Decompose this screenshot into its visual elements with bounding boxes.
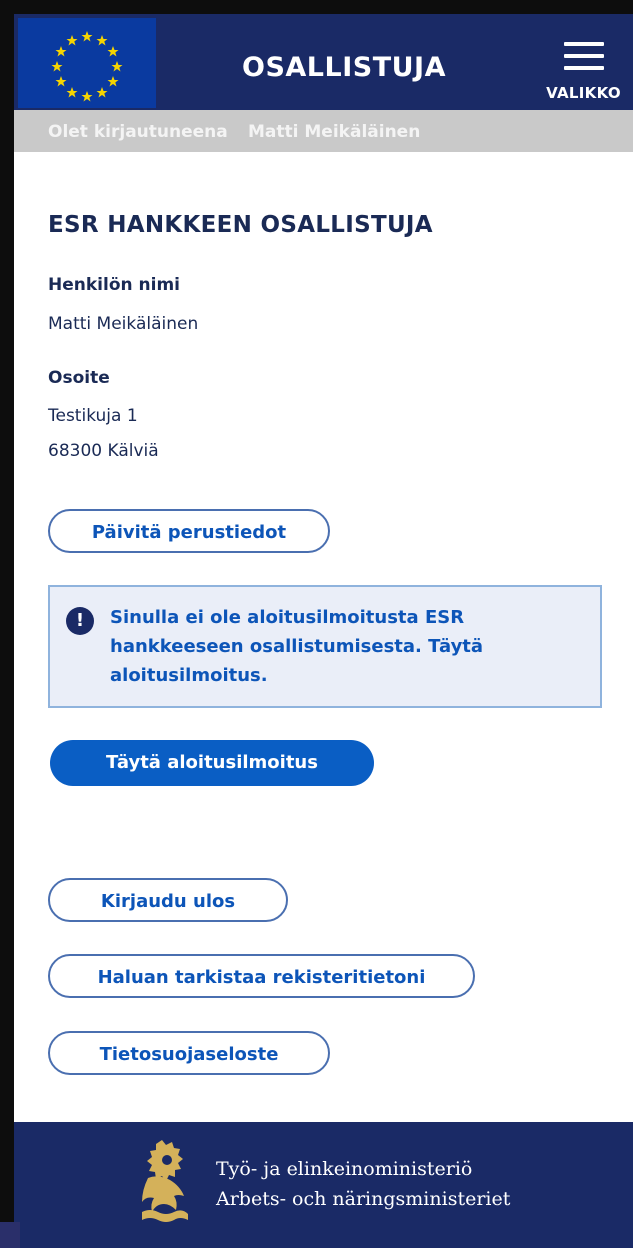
login-status-bar: Olet kirjautuneena Matti Meikäläinen [14,110,633,152]
login-user-name: Matti Meikäläinen [248,122,421,142]
logout-button[interactable]: Kirjaudu ulos [48,878,288,922]
fill-start-notification-button[interactable]: Täytä aloitusilmoitus [50,740,374,786]
address-label: Osoite [48,368,110,388]
address-line-2: 68300 Kälviä [48,441,159,461]
app-header: OSALLISTUJA VALIKKO [14,14,633,110]
eu-flag-icon [18,18,156,108]
footer: Työ- ja elinkeinoministeriö Arbets- och … [14,1122,633,1248]
section-title: ESR HANKKEEN OSALLISTUJA [48,212,433,238]
menu-button[interactable]: VALIKKO [534,14,633,110]
menu-label: VALIKKO [546,84,621,102]
notice-box: ! Sinulla ei ole aloitusilmoitusta ESR h… [48,585,602,708]
exclamation-icon: ! [66,607,94,635]
ministry-name-fi: Työ- ja elinkeinoministeriö [216,1158,473,1180]
address-line-1: Testikuja 1 [48,406,138,426]
login-prefix: Olet kirjautuneena [48,122,228,142]
hamburger-menu-icon [564,42,604,70]
update-basic-info-button[interactable]: Päivitä perustiedot [48,509,330,553]
name-value: Matti Meikäläinen [48,314,199,334]
ministry-name-sv: Arbets- och näringsministeriet [216,1188,511,1210]
privacy-statement-button[interactable]: Tietosuojaseloste [48,1031,330,1075]
screen-frame-corner [0,1222,20,1248]
screen-frame-left [0,0,14,1248]
main-content: ESR HANKKEEN OSALLISTUJA Henkilön nimi M… [14,152,633,1122]
name-label: Henkilön nimi [48,275,180,295]
page-title: OSALLISTUJA [242,52,446,83]
screen-frame-top [0,0,633,14]
lion-crest-icon [136,1138,194,1226]
notice-text: Sinulla ei ole aloitusilmoitusta ESR han… [110,607,484,686]
check-records-button[interactable]: Haluan tarkistaa rekisteritietoni [48,954,475,998]
